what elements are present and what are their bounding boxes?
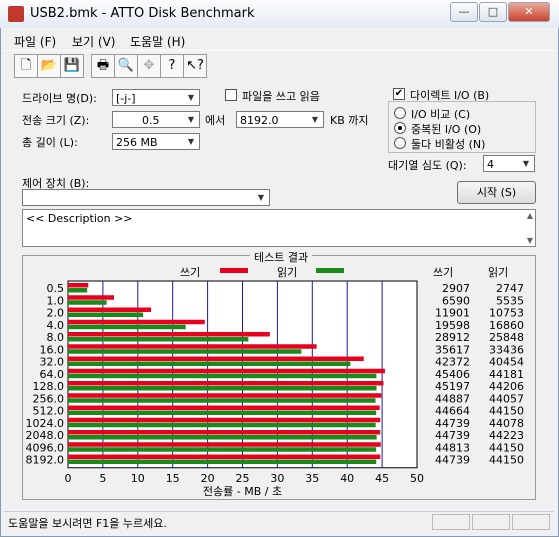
write-value: 44739: [435, 429, 470, 442]
write-bar: [68, 442, 381, 447]
status-pane-3: [512, 514, 550, 530]
write-value: 45406: [435, 368, 470, 381]
write-value: 42372: [435, 356, 470, 369]
category-label: 64.0: [40, 368, 65, 381]
write-bar: [68, 319, 205, 325]
read-value: 25848: [489, 331, 524, 344]
read-value: 10753: [489, 307, 524, 320]
category-label: 1024.0: [26, 417, 65, 430]
category-label: 16.0: [40, 343, 65, 356]
results-chart: 0 5 10 15 20 25 30 35 40 45 50 전송률 - MB / 초 0.5 2907 2…: [26, 280, 524, 498]
write-bar: [68, 283, 89, 288]
read-bar: [68, 410, 377, 415]
write-value: 35617: [435, 343, 470, 356]
write-value: 44664: [435, 405, 470, 418]
read-bar: [68, 373, 377, 379]
read-bar: [68, 459, 377, 464]
write-bar: [68, 307, 152, 312]
read-value: 44150: [489, 441, 524, 454]
read-value: 16860: [489, 319, 524, 332]
read-value: 44150: [489, 454, 524, 467]
read-value: 33436: [489, 343, 524, 356]
write-value: 6590: [442, 294, 470, 307]
x-tick-label: 5: [99, 472, 106, 485]
status-text: 도움말을 보시려면 F1을 누르세요.: [8, 517, 167, 530]
x-axis-label: 전송률 - MB / 초: [203, 485, 282, 498]
write-bar: [68, 454, 381, 459]
read-bar: [68, 324, 186, 330]
status-pane-2: [472, 514, 510, 530]
read-bar: [68, 398, 376, 403]
category-label: 4096.0: [26, 441, 65, 454]
read-bar: [68, 312, 144, 317]
x-tick-label: 20: [201, 472, 215, 485]
write-value: 44887: [435, 392, 470, 405]
read-value: 44150: [489, 405, 524, 418]
status-pane-1: [432, 514, 470, 530]
read-bar: [68, 288, 88, 293]
write-bar: [68, 356, 364, 361]
write-value: 2907: [442, 282, 470, 295]
category-label: 128.0: [33, 380, 65, 393]
read-bar: [68, 361, 351, 366]
read-bar: [68, 300, 107, 305]
write-bar: [68, 344, 317, 349]
category-label: 512.0: [33, 405, 65, 418]
category-label: 8192.0: [26, 454, 65, 467]
read-bar: [68, 386, 377, 391]
write-value: 19598: [435, 319, 470, 332]
read-value: 44181: [489, 368, 524, 381]
category-label: 1.0: [47, 294, 65, 307]
write-bar: [68, 381, 384, 386]
read-value: 2747: [496, 282, 524, 295]
category-label: 2.0: [47, 307, 65, 320]
category-label: 0.5: [47, 282, 65, 295]
x-tick-label: 10: [131, 472, 145, 485]
write-value: 28912: [435, 331, 470, 344]
category-label: 2048.0: [26, 429, 65, 442]
write-bar: [68, 393, 382, 398]
read-bar: [68, 447, 377, 452]
x-tick-label: 25: [236, 472, 250, 485]
read-value: 40454: [489, 356, 524, 369]
read-value: 44206: [489, 380, 524, 393]
write-bar: [68, 430, 381, 435]
read-value: 44078: [489, 417, 524, 430]
read-bar: [68, 435, 377, 440]
read-bar: [68, 422, 376, 428]
read-value: 5535: [496, 294, 524, 307]
read-value: 44057: [489, 392, 524, 405]
write-bar: [68, 405, 380, 410]
category-label: 8.0: [47, 331, 65, 344]
x-tick-label: 50: [410, 472, 424, 485]
read-value: 44223: [489, 429, 524, 442]
category-label: 4.0: [47, 319, 65, 332]
write-value: 44813: [435, 441, 470, 454]
x-tick-label: 40: [340, 472, 354, 485]
read-bar: [68, 337, 249, 342]
category-label: 32.0: [40, 356, 65, 369]
x-tick-label: 35: [305, 472, 319, 485]
write-bar: [68, 368, 385, 374]
write-value: 44739: [435, 454, 470, 467]
category-label: 256.0: [33, 392, 65, 405]
write-bar: [68, 295, 114, 300]
read-bar: [68, 349, 302, 354]
x-tick-label: 45: [375, 472, 389, 485]
x-tick-label: 30: [270, 472, 284, 485]
write-value: 11901: [435, 307, 470, 320]
x-tick-label: 0: [65, 472, 72, 485]
x-tick-label: 15: [166, 472, 180, 485]
write-value: 44739: [435, 417, 470, 430]
write-bar: [68, 332, 270, 337]
write-bar: [68, 417, 381, 423]
write-value: 45197: [435, 380, 470, 393]
